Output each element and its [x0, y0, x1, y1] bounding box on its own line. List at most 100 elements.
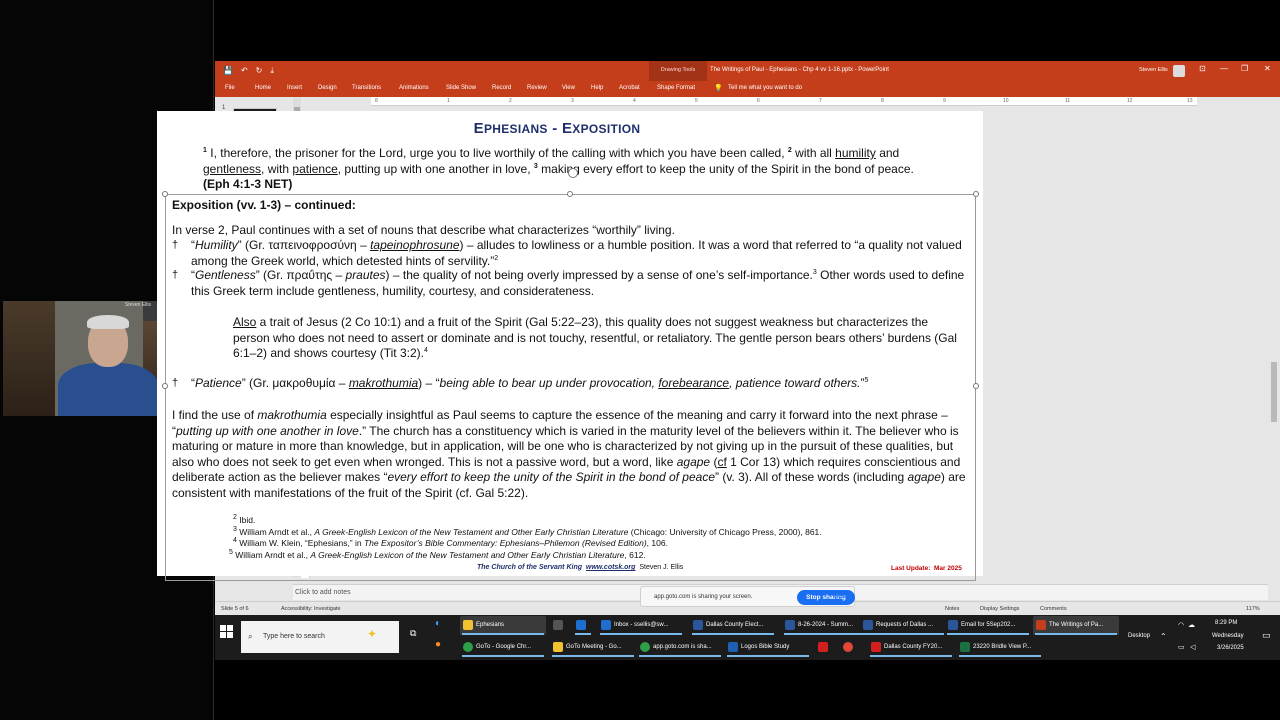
- resize-handle[interactable]: [162, 191, 168, 197]
- accessibility-status[interactable]: Accessibility: Investigate: [281, 606, 341, 612]
- footnote-5: 5 William Arndt et al., A Greek-English …: [229, 548, 646, 560]
- taskbar-app-summary[interactable]: 8-26-2024 - Summ...: [782, 616, 868, 635]
- screen: Steven Ellis 💾 ↶ ↻ ⤓ Drawing Tools The W…: [0, 0, 1280, 720]
- customize-qat-icon[interactable]: ⤓: [270, 66, 274, 76]
- windows-taskbar: ⌕ Type here to search ✦ ⧉ ◐ ● Ephesians …: [215, 615, 1280, 660]
- user-avatar[interactable]: [1173, 65, 1185, 77]
- bullet-dagger: †: [172, 269, 179, 281]
- firefox-icon[interactable]: ●: [435, 639, 441, 650]
- rotate-handle[interactable]: [568, 168, 578, 178]
- tab-design[interactable]: Design: [318, 85, 337, 91]
- clock-time[interactable]: 8:29 PM: [1215, 620, 1237, 626]
- slide-title[interactable]: EPHESIANS - EXPOSITION: [157, 120, 957, 137]
- close-button[interactable]: ✕: [1264, 64, 1271, 74]
- tell-me-search[interactable]: Tell me what you want to do: [728, 85, 802, 91]
- intro-text: In verse 2, Paul continues with a set of…: [172, 223, 675, 237]
- bullet-gentleness: “Gentleness” (Gr. πραΰτης – prautes) – t…: [191, 268, 965, 298]
- taskbar-app-chrome[interactable]: [840, 638, 860, 657]
- resize-handle[interactable]: [973, 383, 979, 389]
- undo-icon[interactable]: ↶: [241, 66, 248, 76]
- document-title: The Writings of Paul - Ephesians - Chp 4…: [710, 67, 889, 73]
- taskbar-app-inbox[interactable]: Inbox - ssellis@sw...: [598, 616, 684, 635]
- tab-file[interactable]: File: [225, 85, 235, 91]
- taskbar-app-requests[interactable]: Requests of Dallas ...: [860, 616, 946, 635]
- maximize-button[interactable]: ❐: [1241, 64, 1248, 74]
- edge-icon[interactable]: ◐: [435, 618, 441, 629]
- tab-view[interactable]: View: [562, 85, 575, 91]
- desktop-toolbar[interactable]: Desktop: [1128, 633, 1150, 639]
- hide-share-bar-button[interactable]: Hide: [834, 594, 846, 600]
- system-tray: Desktop ⌃ ◠ ☁ ▭ ◁ 8:29 PM Wednesday 3/26…: [1120, 615, 1280, 660]
- wifi-icon[interactable]: ◠: [1178, 621, 1184, 629]
- notes-button[interactable]: Notes: [945, 606, 959, 612]
- drawing-tools-context: Drawing Tools: [649, 61, 707, 81]
- taskbar-app-goto-share[interactable]: app.goto.com is sha...: [637, 638, 723, 657]
- bullet-dagger: †: [172, 239, 179, 251]
- tab-transitions[interactable]: Transitions: [352, 85, 381, 91]
- footnotes: 2 Ibid. 3 William Arndt et al., A Greek-…: [229, 514, 973, 561]
- copilot-sparkle-icon: ✦: [367, 627, 378, 641]
- user-name[interactable]: Steven Ellis: [1139, 67, 1168, 73]
- clock-day[interactable]: Wednesday: [1212, 633, 1244, 639]
- tab-insert[interactable]: Insert: [287, 85, 302, 91]
- search-placeholder: Type here to search: [263, 633, 325, 640]
- cloud-icon[interactable]: ☁: [1188, 621, 1195, 629]
- bullet-patience: “Patience” (Gr. μακροθυμία – makrothumia…: [191, 376, 869, 390]
- taskbar-app-powerpoint[interactable]: The Writings of Pa...: [1033, 616, 1119, 635]
- footnote-2: 2 Ibid.: [233, 514, 256, 525]
- tab-home[interactable]: Home: [255, 85, 271, 91]
- search-icon: ⌕: [248, 632, 253, 641]
- taskbar-app-calculator[interactable]: [550, 616, 570, 635]
- verse-text[interactable]: 1 I, therefore, the prisoner for the Lor…: [203, 146, 931, 193]
- slide-canvas[interactable]: EPHESIANS - EXPOSITION 1 I, therefore, t…: [157, 111, 983, 581]
- volume-icon[interactable]: ◁: [1190, 643, 1195, 651]
- taskbar-app-dallas-county-elect[interactable]: Dallas County Elect...: [690, 616, 776, 635]
- taskbar-app-goto-chrome[interactable]: GoTo - Google Chr...: [460, 638, 546, 657]
- tab-review[interactable]: Review: [527, 85, 547, 91]
- chevron-up-icon[interactable]: ⌃: [1160, 632, 1167, 641]
- taskbar-app-email[interactable]: Email for 5Sep202...: [945, 616, 1031, 635]
- notifications-icon[interactable]: ▭: [1262, 630, 1271, 641]
- footnote-3: 3 William Arndt et al., A Greek-English …: [233, 525, 822, 537]
- tab-record[interactable]: Record: [492, 85, 511, 91]
- zoom-level[interactable]: 117%: [1246, 606, 1260, 612]
- footer-update: Last Update: Mar 2025: [891, 565, 962, 572]
- taskbar-app-dallas-county-fy[interactable]: Dallas County FY20...: [868, 638, 954, 657]
- ribbon-tabs: File Home Insert Design Transitions Anim…: [215, 81, 1280, 97]
- windows-start-icon[interactable]: [220, 625, 234, 639]
- lightbulb-icon: 💡: [714, 85, 723, 92]
- comments-button[interactable]: Comments: [1040, 606, 1067, 612]
- taskbar-app-ephesians[interactable]: Ephesians: [460, 616, 546, 635]
- tab-acrobat[interactable]: Acrobat: [619, 85, 640, 91]
- resize-handle[interactable]: [162, 383, 168, 389]
- display-settings-button[interactable]: Display Settings: [980, 606, 1019, 612]
- minimize-button[interactable]: —: [1220, 64, 1228, 74]
- ribbon-display-icon[interactable]: ⊡: [1199, 64, 1206, 74]
- horizontal-ruler[interactable]: 8 1 2 3 4 5 6 7 8 9 10 11 12 13: [371, 97, 1197, 106]
- redo-icon[interactable]: ↻: [256, 66, 263, 76]
- clock-date[interactable]: 3/26/2025: [1217, 645, 1244, 651]
- taskbar-search-box[interactable]: ⌕ Type here to search ✦: [241, 621, 399, 653]
- editor-scrollbar[interactable]: [1268, 97, 1280, 605]
- save-icon[interactable]: 💾: [223, 66, 233, 76]
- taskbar-app-acrobat[interactable]: [815, 638, 835, 657]
- footer-church: The Church of the Servant King www.cotsk…: [477, 564, 684, 571]
- taskbar-app-bridle-view[interactable]: 23220 Bridle View P...: [957, 638, 1043, 657]
- tab-shape-format[interactable]: Shape Format: [657, 85, 695, 91]
- bullet-humility: “Humility” (Gr. ταπεινοφροσύνη – tapeino…: [191, 238, 962, 268]
- tab-animations[interactable]: Animations: [399, 85, 429, 91]
- quick-access-toolbar: 💾 ↶ ↻ ⤓: [223, 66, 274, 76]
- resize-handle[interactable]: [973, 191, 979, 197]
- screen-share-bar: app.goto.com is sharing your screen. Sto…: [640, 586, 855, 607]
- taskbar-app-logos[interactable]: Logos Bible Study: [725, 638, 811, 657]
- task-view-icon[interactable]: ⧉: [410, 628, 416, 639]
- taskbar-app-outlook[interactable]: [573, 616, 593, 635]
- notes-placeholder: Click to add notes: [295, 589, 351, 596]
- taskbar-app-goto-meeting[interactable]: GoTo Meeting - Go...: [550, 638, 636, 657]
- network-icon[interactable]: ▭: [1178, 643, 1185, 651]
- resize-handle[interactable]: [567, 191, 573, 197]
- tab-help[interactable]: Help: [591, 85, 603, 91]
- tab-slide-show[interactable]: Slide Show: [446, 85, 476, 91]
- exposition-heading: Exposition (vv. 1-3) – continued:: [172, 198, 356, 212]
- slide-counter: Slide 5 of 6: [221, 606, 249, 612]
